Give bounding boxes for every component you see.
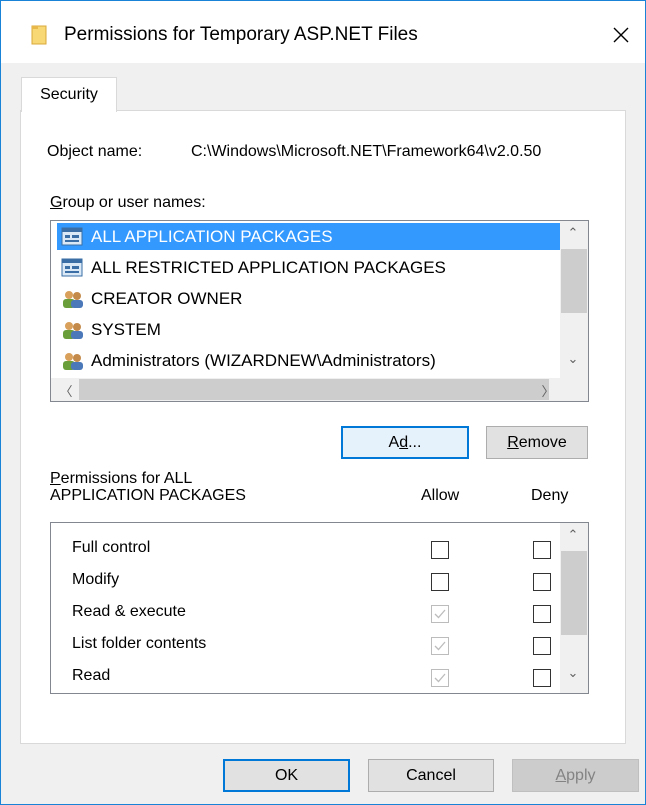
permissions-list[interactable]: Full control Modify Read & execute List fol…: [50, 522, 589, 694]
apply-button[interactable]: Apply: [512, 759, 639, 792]
group-list-item[interactable]: Administrators (WIZARDNEW\Administrators…: [57, 347, 585, 374]
users-icon: [63, 322, 83, 339]
group-list-item[interactable]: ALL APPLICATION PACKAGES: [57, 223, 585, 250]
allow-checkbox[interactable]: [431, 573, 449, 591]
packages-icon: [61, 258, 83, 277]
permission-row: Full control: [51, 535, 561, 565]
permission-name: Read: [72, 667, 111, 684]
permission-row: Modify: [51, 567, 561, 597]
permission-row: Read & execute: [51, 599, 561, 629]
permissions-header-line1: Permissions for ALL: [50, 470, 193, 487]
title-bar: Permissions for Temporary ASP.NET Files: [1, 1, 645, 63]
deny-checkbox[interactable]: [533, 573, 551, 591]
object-name-value: C:\Windows\Microsoft.NET\Framework64\v2.…: [191, 143, 542, 160]
users-icon: [63, 291, 83, 308]
deny-checkbox[interactable]: [533, 669, 551, 687]
perm-scroll-up-arrow[interactable]: ⌃: [560, 527, 586, 543]
ok-button[interactable]: OK: [223, 759, 350, 792]
group-list-horizontal-scrollbar[interactable]: 〈 〉: [51, 378, 561, 401]
users-icon: [63, 353, 83, 370]
security-panel: Object name: C:\Windows\Microsoft.NET\Fr…: [20, 110, 626, 744]
permissions-dialog: Permissions for Temporary ASP.NET Files …: [0, 0, 646, 805]
permissions-header-line2: APPLICATION PACKAGES: [50, 487, 246, 504]
group-item-label: ALL RESTRICTED APPLICATION PACKAGES: [91, 258, 446, 277]
close-button[interactable]: [597, 13, 645, 57]
permission-row: List folder contents: [51, 631, 561, 661]
packages-icon: [61, 227, 83, 246]
group-list-item[interactable]: ALL RESTRICTED APPLICATION PACKAGES: [57, 254, 585, 281]
window-title: Permissions for Temporary ASP.NET Files: [64, 24, 418, 45]
deny-column-header: Deny: [531, 487, 569, 504]
tab-security[interactable]: Security: [21, 77, 117, 112]
scroll-corner: [560, 378, 588, 401]
scroll-thumb-horizontal[interactable]: [79, 379, 549, 400]
deny-checkbox[interactable]: [533, 637, 551, 655]
allow-checkbox[interactable]: [431, 541, 449, 559]
allow-checkbox[interactable]: [431, 605, 449, 623]
scroll-thumb-vertical[interactable]: [561, 249, 587, 313]
allow-column-header: Allow: [421, 487, 460, 504]
allow-checkbox[interactable]: [431, 637, 449, 655]
object-name-label: Object name:: [47, 143, 143, 160]
group-list-vertical-scrollbar[interactable]: ⌃ ⌄: [560, 221, 588, 379]
remove-button[interactable]: Remove: [486, 426, 588, 459]
permission-name: List folder contents: [72, 635, 207, 652]
deny-checkbox[interactable]: [533, 605, 551, 623]
add-button[interactable]: Ad...: [341, 426, 469, 459]
group-item-label: Administrators (WIZARDNEW\Administrators…: [91, 351, 436, 370]
group-user-listbox[interactable]: ALL APPLICATION PACKAGES ALL RESTRICTED A…: [50, 220, 589, 402]
tab-strip: Security: [1, 63, 645, 112]
cancel-button[interactable]: Cancel: [368, 759, 494, 792]
perm-scroll-down-arrow[interactable]: ⌄: [560, 665, 586, 681]
scroll-right-arrow[interactable]: 〉: [535, 381, 561, 400]
folder-icon: [31, 25, 47, 45]
permission-name: Full control: [72, 539, 151, 556]
close-icon: [613, 27, 629, 43]
permission-name: Read & execute: [72, 603, 186, 620]
group-item-label: SYSTEM: [91, 320, 161, 339]
perm-scroll-thumb[interactable]: [561, 551, 587, 635]
group-item-label: ALL APPLICATION PACKAGES: [91, 227, 333, 246]
group-user-names-label: Group or user names:: [50, 194, 206, 211]
scroll-up-arrow[interactable]: ⌃: [560, 225, 586, 241]
allow-checkbox[interactable]: [431, 669, 449, 687]
group-list-item[interactable]: CREATOR OWNER: [57, 285, 585, 312]
scroll-left-arrow[interactable]: 〈: [53, 381, 79, 400]
deny-checkbox[interactable]: [533, 541, 551, 559]
permissions-vertical-scrollbar[interactable]: ⌃ ⌄: [560, 523, 588, 693]
group-list-item[interactable]: SYSTEM: [57, 316, 585, 343]
scroll-down-arrow[interactable]: ⌄: [560, 351, 586, 367]
group-item-label: CREATOR OWNER: [91, 289, 243, 308]
permission-row: Read: [51, 663, 561, 693]
permission-name: Modify: [72, 571, 120, 588]
